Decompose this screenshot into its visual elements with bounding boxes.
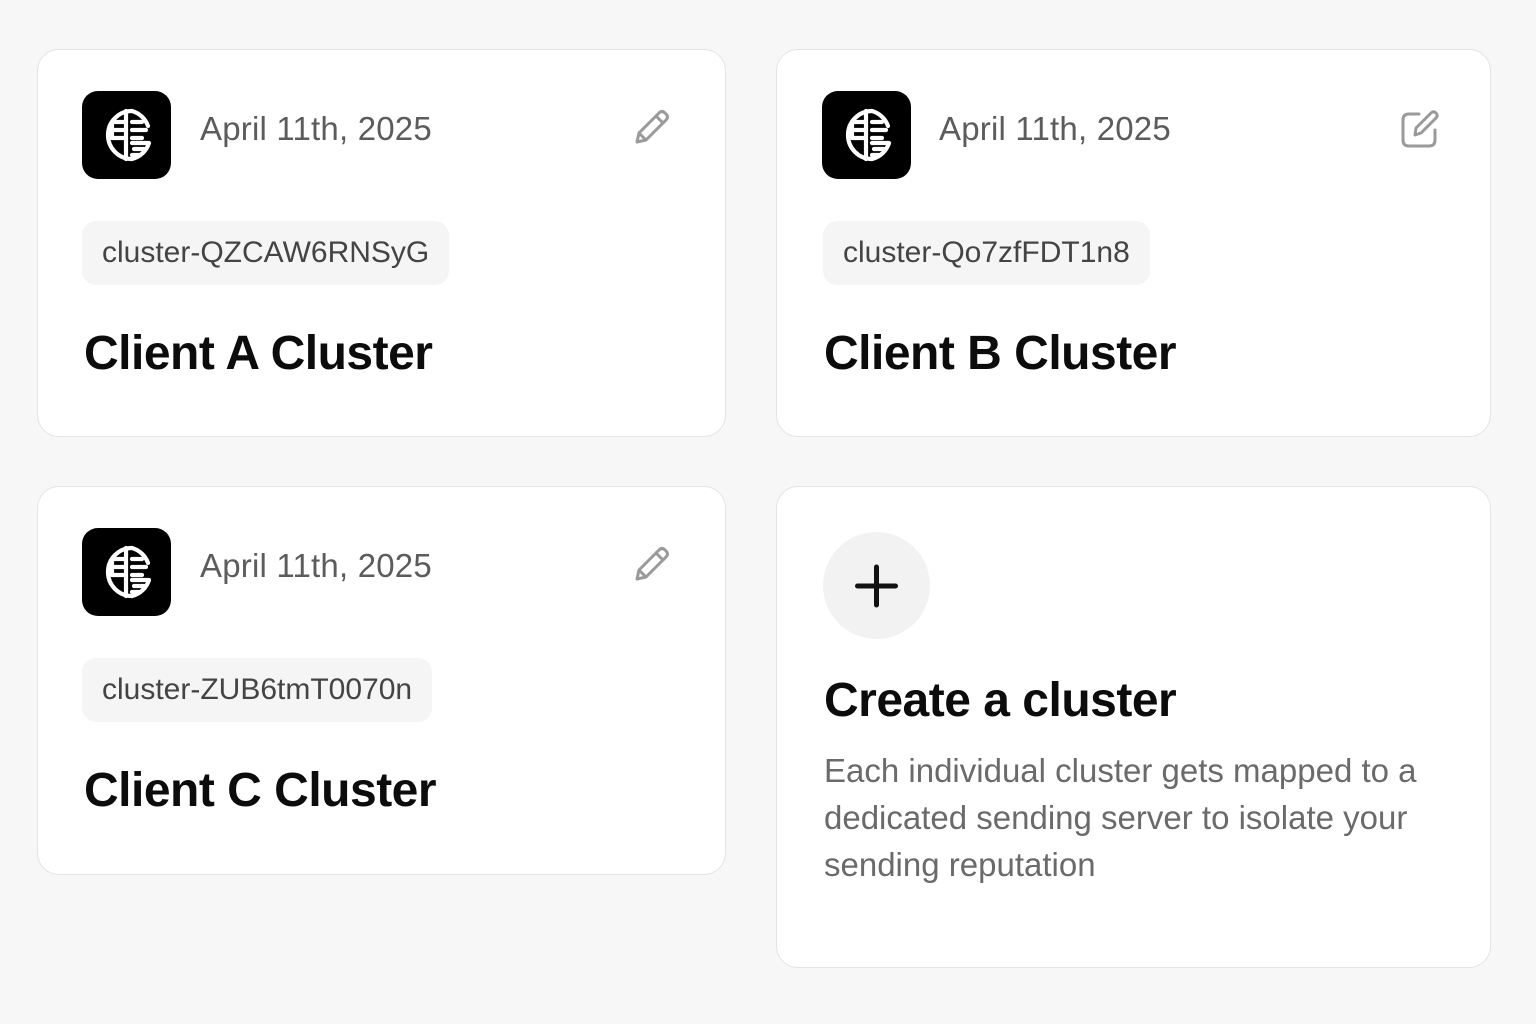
cluster-date: April 11th, 2025 [200, 110, 432, 147]
cluster-id-chip: cluster-Qo7zfFDT1n8 [823, 221, 1150, 285]
cluster-name: Client A Cluster [84, 327, 433, 380]
cluster-id-chip: cluster-QZCAW6RNSyG [82, 221, 450, 285]
create-cluster-card[interactable]: Create a cluster Each individual cluster… [776, 486, 1491, 968]
cluster-logo-icon [822, 91, 911, 179]
pencil-icon[interactable] [628, 540, 676, 588]
pencil-icon[interactable] [628, 103, 676, 151]
create-cluster-title: Create a cluster [824, 674, 1177, 727]
cluster-card-client-a[interactable]: April 11th, 2025 cluster-QZCAW6RNSyG Cli… [37, 49, 726, 437]
cluster-date: April 11th, 2025 [200, 547, 432, 584]
cluster-name: Client C Cluster [84, 764, 437, 817]
edit-square-icon[interactable] [1395, 106, 1443, 154]
cluster-name: Client B Cluster [824, 327, 1177, 380]
cluster-card-client-c[interactable]: April 11th, 2025 cluster-ZUB6tmT0070n Cl… [37, 486, 726, 875]
plus-icon[interactable] [823, 532, 930, 639]
cluster-logo-icon [82, 91, 171, 179]
cluster-logo-icon [82, 528, 171, 616]
cluster-id-chip: cluster-ZUB6tmT0070n [82, 658, 433, 722]
cluster-card-client-b[interactable]: April 11th, 2025 cluster-Qo7zfFDT1n8 Cli… [776, 49, 1491, 437]
cluster-date: April 11th, 2025 [939, 110, 1171, 147]
create-cluster-description: Each individual cluster gets mapped to a… [824, 752, 1417, 883]
